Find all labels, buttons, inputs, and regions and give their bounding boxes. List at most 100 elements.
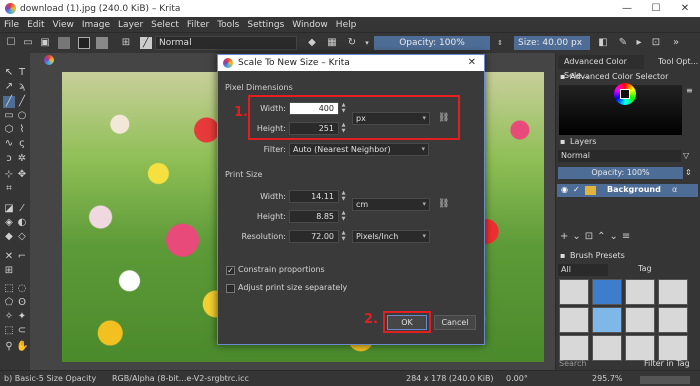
magnetic-select-icon[interactable]: ⊂	[16, 325, 28, 337]
resolution-spin-icon[interactable]: ▲ ▼	[340, 230, 347, 243]
crop-tool-icon[interactable]: ⌗	[3, 183, 15, 195]
chevron-down-icon[interactable]: ▾	[361, 37, 373, 49]
enclose-fill-icon[interactable]: ◇	[16, 231, 28, 243]
brush-preset-12[interactable]	[658, 335, 688, 361]
background-color-swatch[interactable]	[96, 37, 108, 49]
adjust-print-size-checkbox[interactable]	[226, 284, 235, 293]
menu-edit[interactable]: Edit	[27, 20, 44, 30]
close-window-button[interactable]: ✕	[670, 0, 700, 17]
brush-preset-7[interactable]	[625, 307, 655, 333]
brush-preset-8[interactable]	[658, 307, 688, 333]
print-height-spin-icon[interactable]: ▲ ▼	[340, 210, 347, 223]
brush-preset-4[interactable]	[658, 279, 688, 305]
print-unit-select[interactable]: cm ▾	[352, 198, 430, 211]
menu-tools[interactable]: Tools	[217, 20, 239, 30]
menu-select[interactable]: Select	[151, 20, 179, 30]
freehand-brush-icon[interactable]: ╱	[3, 96, 15, 108]
opacity-slider[interactable]: Opacity: 100%	[374, 36, 490, 50]
resolution-unit-select[interactable]: Pixels/Inch ▾	[352, 230, 430, 243]
open-document-icon[interactable]: ▭	[22, 37, 34, 49]
bezier-tool-icon[interactable]: ∿	[3, 138, 15, 150]
adjust-print-size-label[interactable]: Adjust print size separately	[238, 283, 347, 292]
freehand-path-icon[interactable]: ς	[16, 138, 28, 150]
reload-preset-icon[interactable]: ↻	[346, 37, 358, 49]
zoom-tool-icon[interactable]: ⚲	[3, 341, 15, 353]
layer-checkbox-icon[interactable]: ✓	[573, 185, 580, 194]
ellipse-tool-icon[interactable]: ○	[16, 110, 28, 122]
resolution-input[interactable]: 72.00	[289, 230, 339, 243]
menu-layer[interactable]: Layer	[118, 20, 143, 30]
zoom-slider[interactable]	[640, 376, 690, 384]
assistant-tool-icon[interactable]: ✕	[3, 251, 15, 263]
brush-preset-icon[interactable]: ⊞	[120, 37, 132, 49]
menu-view[interactable]: View	[53, 20, 74, 30]
tab-advanced-color-selector[interactable]: Advanced Color Sele...	[558, 55, 644, 80]
maximize-button[interactable]: ☐	[641, 0, 671, 17]
freehand-select-icon[interactable]: ʘ	[16, 297, 28, 309]
menu-filter[interactable]: Filter	[187, 20, 209, 30]
menu-image[interactable]: Image	[82, 20, 110, 30]
blend-mode-select[interactable]: Normal	[155, 36, 297, 50]
layers-opacity-slider[interactable]: Opacity: 100%	[558, 167, 683, 179]
minimize-button[interactable]: —	[612, 0, 642, 17]
print-chain-link-icon[interactable]: ⛓	[438, 198, 449, 210]
brush-preset-2[interactable]	[592, 279, 622, 305]
layer-filter-icon[interactable]: ▽	[683, 150, 689, 162]
gradient-tool-icon[interactable]: ◪	[3, 203, 15, 215]
color-profile-status[interactable]: RGB/Alpha (8-bit...e-V2-srgbtrc.icc	[112, 374, 249, 383]
save-icon[interactable]: ▣	[39, 37, 51, 49]
rectangle-tool-icon[interactable]: ▭	[3, 110, 15, 122]
brush-preset-10[interactable]	[592, 335, 622, 361]
menu-window[interactable]: Window	[292, 20, 328, 30]
calligraphy-icon[interactable]: ϡ	[16, 81, 28, 93]
print-height-input[interactable]: 8.85	[289, 210, 339, 223]
ellipse-select-icon[interactable]: ◌	[16, 283, 28, 295]
toolbar-more-icon[interactable]: »	[670, 37, 682, 49]
constrain-proportions-checkbox[interactable]: ✓	[226, 266, 235, 275]
multibrush-icon[interactable]: ✲	[16, 153, 28, 165]
similar-select-icon[interactable]: ✦	[16, 311, 28, 323]
tab-tool-options[interactable]: Tool Opt...	[652, 55, 700, 69]
brush-filter-select[interactable]: All	[558, 264, 608, 276]
brush-tip-icon[interactable]: ╱	[140, 37, 152, 49]
cancel-button[interactable]: Cancel	[434, 315, 476, 330]
foreground-color-swatch[interactable]	[78, 37, 90, 49]
rotation-status[interactable]: 0.00°	[506, 374, 528, 383]
constrain-proportions-label[interactable]: Constrain proportions	[238, 265, 325, 274]
filter-select[interactable]: Auto (Nearest Neighbor) ▾	[289, 143, 429, 156]
mirror-horizontal-icon[interactable]: ◧	[597, 37, 609, 49]
pen-icon[interactable]: ✎	[617, 37, 629, 49]
size-slider[interactable]: Size: 40.00 px	[514, 36, 590, 50]
current-brush-status[interactable]: b) Basic-5 Size Opacity	[4, 374, 96, 383]
filter-in-tag-checkbox[interactable]: Filter in Tag	[644, 359, 690, 368]
wrap-around-icon[interactable]: ⊡	[650, 37, 662, 49]
preserve-alpha-icon[interactable]: ▦	[326, 37, 338, 49]
layers-opacity-spin[interactable]: ⇕	[685, 167, 692, 179]
pattern-swatch-icon[interactable]	[58, 37, 70, 49]
brush-preset-1[interactable]	[559, 279, 589, 305]
eraser-icon[interactable]: ◆	[306, 37, 318, 49]
color-picker-icon[interactable]: ⁄	[16, 203, 28, 215]
move-tool-icon[interactable]: ✥	[16, 169, 28, 181]
brush-search-input[interactable]: Search	[559, 359, 586, 368]
brush-preset-9[interactable]	[559, 335, 589, 361]
visibility-eye-icon[interactable]: ◉	[561, 185, 568, 194]
transform-tool-icon[interactable]: ⊹	[3, 169, 15, 181]
bezier-select-icon[interactable]: ⬚	[3, 325, 15, 337]
dialog-close-button[interactable]: ✕	[468, 55, 476, 71]
brush-preset-11[interactable]	[625, 335, 655, 361]
text-tool-icon[interactable]: T	[16, 67, 28, 79]
smart-patch-icon[interactable]: ◐	[16, 217, 28, 229]
opacity-spin-icon[interactable]: ⇕	[494, 37, 506, 49]
layer-name[interactable]: Background	[607, 185, 661, 194]
menu-settings[interactable]: Settings	[247, 20, 284, 30]
brush-tag-select[interactable]: Tag	[638, 264, 652, 273]
brush-preset-5[interactable]	[559, 307, 589, 333]
pan-tool-icon[interactable]: ✋	[16, 341, 28, 353]
menu-help[interactable]: Help	[336, 20, 357, 30]
menu-file[interactable]: File	[4, 20, 19, 30]
zoom-level-status[interactable]: 295.7%	[592, 374, 623, 383]
reference-images-icon[interactable]: ⊞	[3, 265, 15, 277]
print-width-spin-icon[interactable]: ▲ ▼	[340, 190, 347, 203]
layers-blend-select[interactable]: Normal	[558, 150, 681, 162]
